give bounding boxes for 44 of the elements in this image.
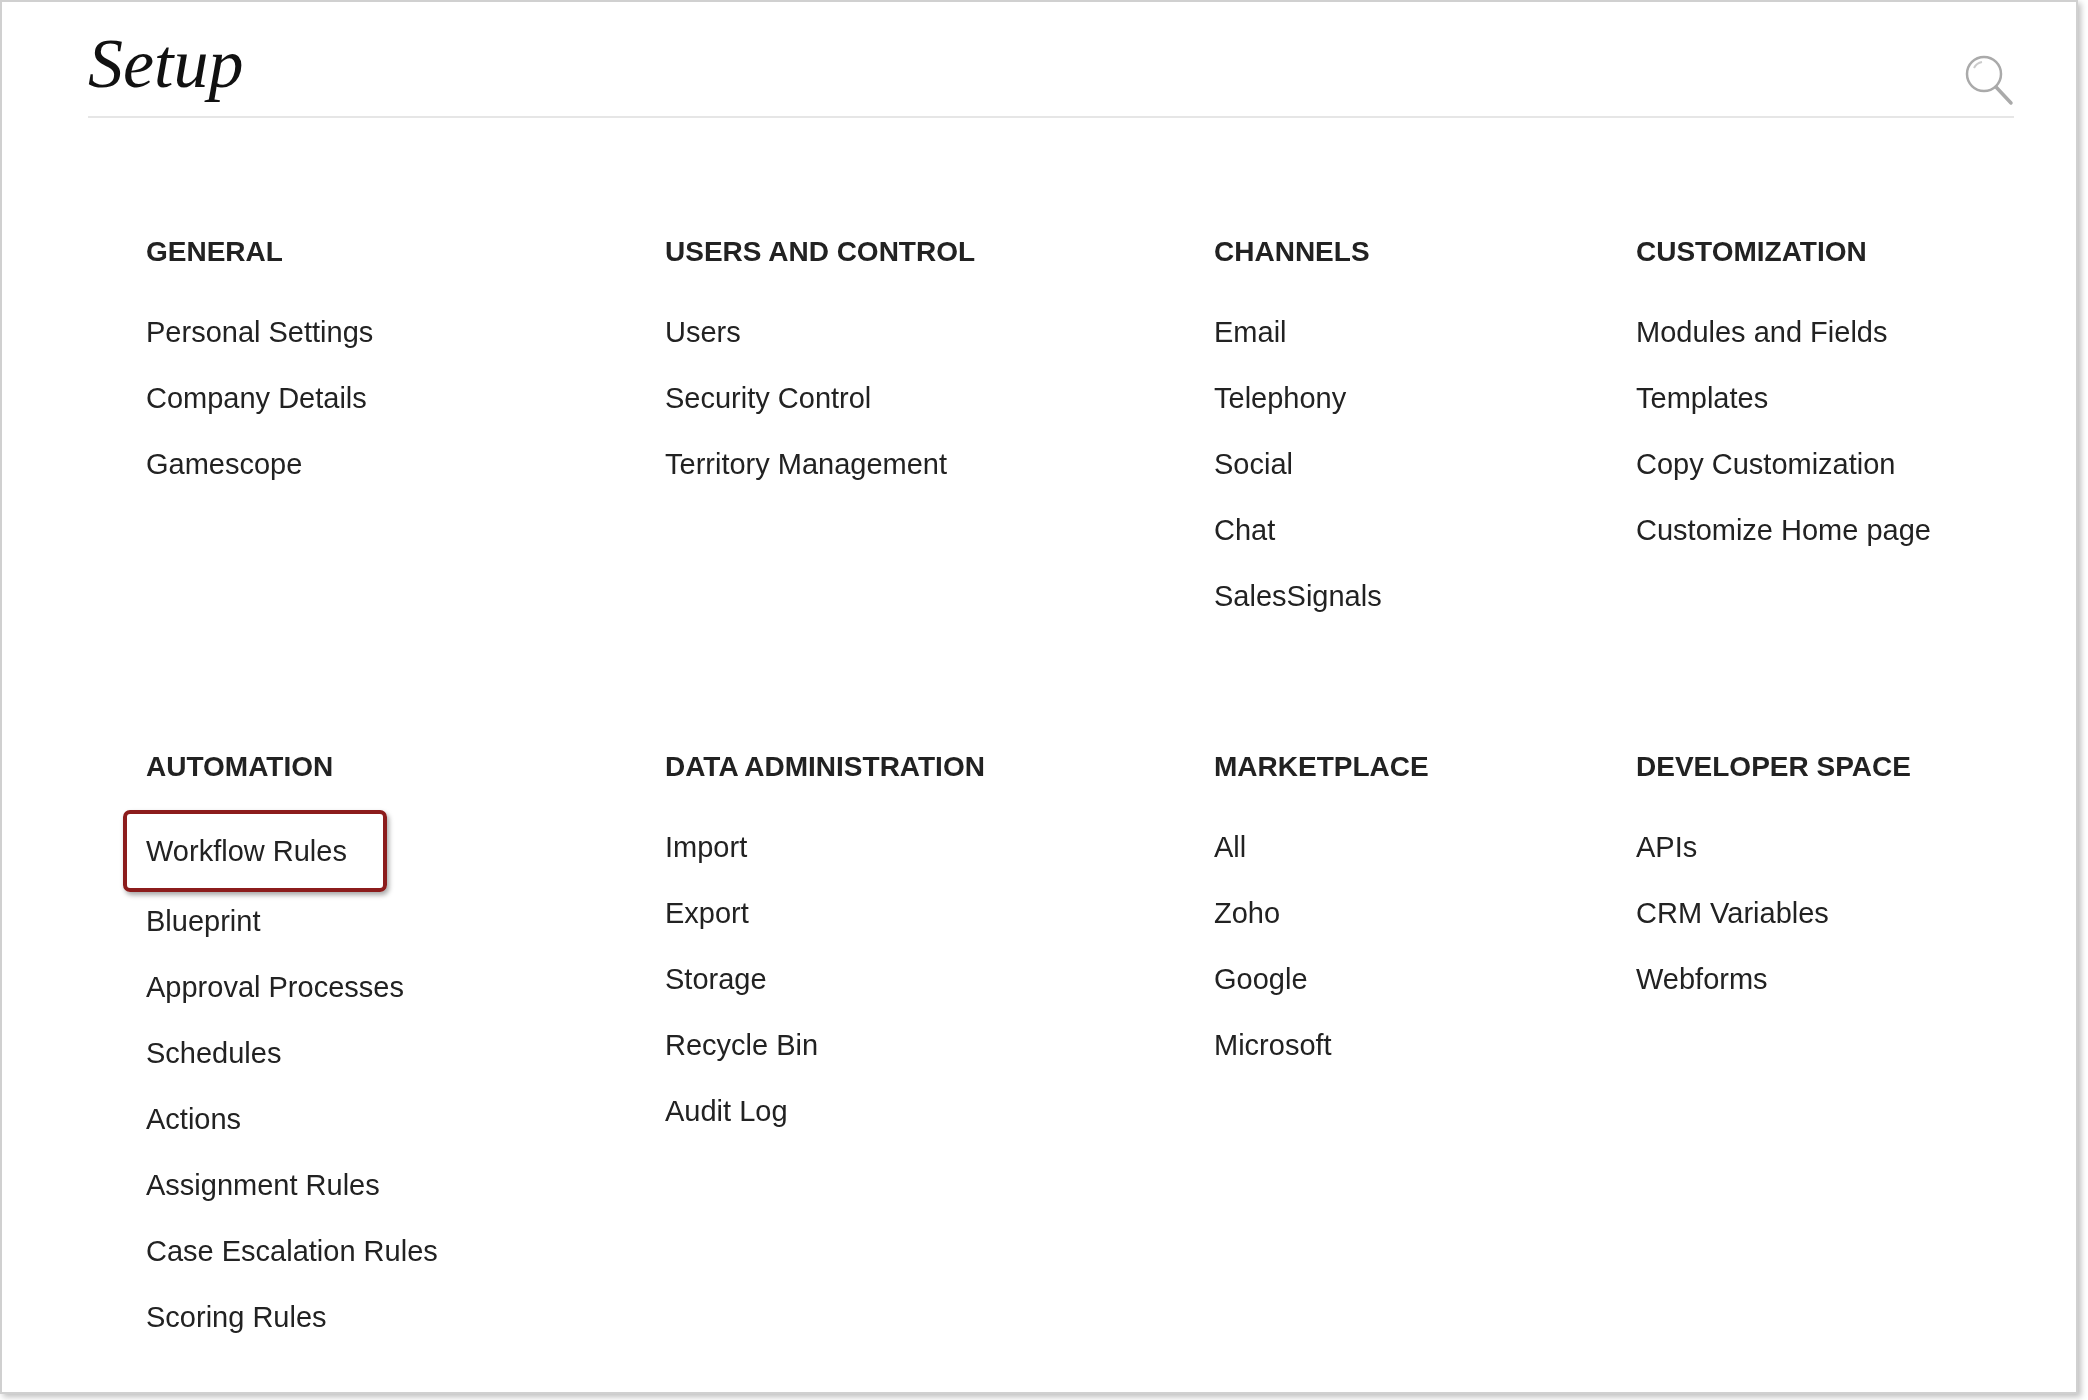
- highlighted-setup-link[interactable]: Workflow Rules: [123, 810, 387, 892]
- search-icon[interactable]: [1964, 54, 2014, 106]
- setup-link[interactable]: Recycle Bin: [665, 1012, 819, 1078]
- setup-link[interactable]: Actions: [146, 1086, 242, 1152]
- setup-link[interactable]: Export: [665, 880, 749, 946]
- section-heading: CHANNELS: [1214, 235, 1370, 269]
- section-heading: GENERAL: [146, 235, 283, 269]
- section-heading: AUTOMATION: [146, 750, 334, 784]
- setup-link[interactable]: All: [1214, 814, 1247, 880]
- setup-link[interactable]: Microsoft: [1214, 1012, 1332, 1078]
- setup-link[interactable]: Modules and Fields: [1636, 299, 1888, 365]
- setup-link[interactable]: Social: [1214, 431, 1293, 497]
- page-title: Setup: [88, 24, 244, 104]
- setup-link[interactable]: Telephony: [1214, 365, 1347, 431]
- setup-link[interactable]: Case Escalation Rules: [146, 1218, 438, 1284]
- setup-link[interactable]: Zoho: [1214, 880, 1281, 946]
- setup-link[interactable]: Security Control: [665, 365, 872, 431]
- setup-link[interactable]: APIs: [1636, 814, 1698, 880]
- setup-link[interactable]: Users: [665, 299, 741, 365]
- setup-link[interactable]: Schedules: [146, 1020, 282, 1086]
- setup-link[interactable]: Gamescope: [146, 431, 303, 497]
- setup-link[interactable]: Company Details: [146, 365, 367, 431]
- setup-link[interactable]: Copy Customization: [1636, 431, 1896, 497]
- setup-link[interactable]: Templates: [1636, 365, 1769, 431]
- setup-link[interactable]: Territory Management: [665, 431, 948, 497]
- setup-link[interactable]: Approval Processes: [146, 954, 404, 1020]
- section-heading: CUSTOMIZATION: [1636, 235, 1867, 269]
- setup-link[interactable]: Storage: [665, 946, 767, 1012]
- setup-link[interactable]: Chat: [1214, 497, 1276, 563]
- setup-link[interactable]: CRM Variables: [1636, 880, 1829, 946]
- setup-link[interactable]: SalesSignals: [1214, 563, 1382, 629]
- setup-link[interactable]: Webforms: [1636, 946, 1768, 1012]
- setup-link[interactable]: Audit Log: [665, 1078, 788, 1144]
- setup-link[interactable]: Personal Settings: [146, 299, 374, 365]
- section-heading: DEVELOPER SPACE: [1636, 750, 1911, 784]
- setup-link[interactable]: Import: [665, 814, 748, 880]
- setup-link[interactable]: Scoring Rules: [146, 1284, 327, 1350]
- section-heading: DATA ADMINISTRATION: [665, 750, 985, 784]
- section-heading: MARKETPLACE: [1214, 750, 1429, 784]
- section-heading: USERS AND CONTROL: [665, 235, 976, 269]
- setup-link[interactable]: Customize Home page: [1636, 497, 1931, 563]
- setup-link[interactable]: Email: [1214, 299, 1287, 365]
- setup-link[interactable]: Google: [1214, 946, 1308, 1012]
- setup-link[interactable]: Assignment Rules: [146, 1152, 380, 1218]
